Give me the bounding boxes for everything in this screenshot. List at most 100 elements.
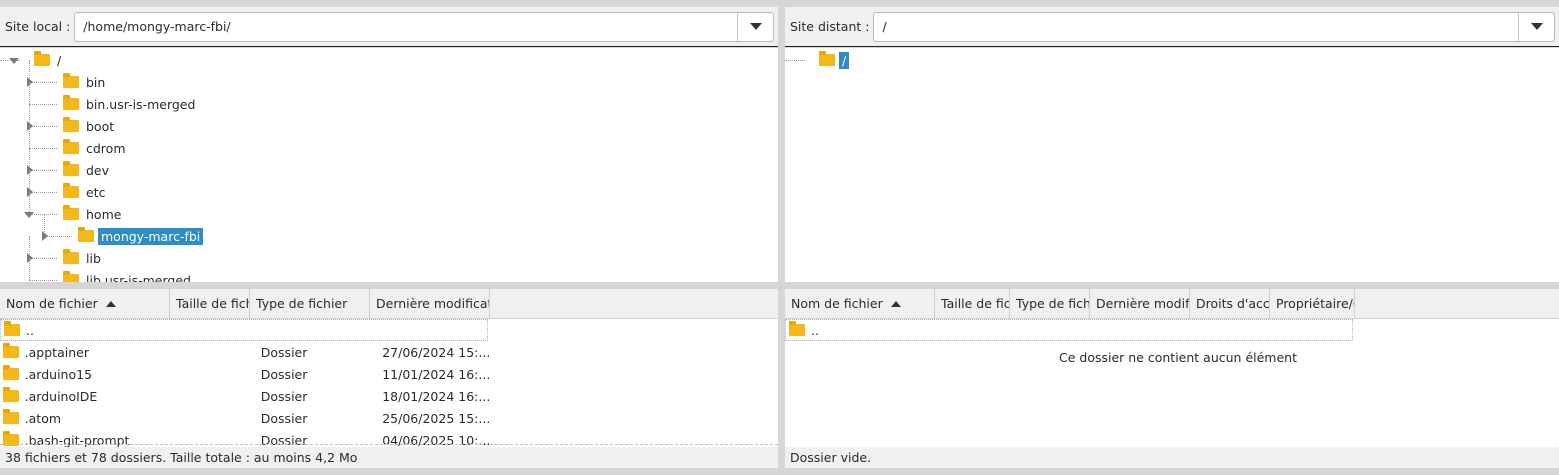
file-modified: 11/01/2024 16:... [382,366,490,382]
folder-icon [819,51,835,66]
local-tree-item-label: / [57,52,62,68]
remote-empty-message: Ce dossier ne contient aucun élément [1059,350,1297,365]
remote-parent-row[interactable]: .. [785,319,1353,341]
folder-icon [78,227,94,242]
folder-icon [34,51,50,66]
file-name: .atom [24,410,62,426]
chevron-down-icon [1530,23,1543,30]
remote-col-filesize[interactable]: Taille de fichier [935,289,1010,318]
remote-directory-tree[interactable]: / [785,48,1559,282]
sort-ascending-icon [890,300,901,307]
local-file-list[interactable]: Nom de fichier Taille de fichier Type de… [0,289,778,447]
local-col-filesize[interactable]: Taille de fichier [170,289,250,318]
chevron-down-icon [749,23,762,30]
folder-icon [63,117,79,132]
remote-tree-item[interactable]: / [819,51,850,69]
table-row[interactable]: .atom Dossier 25/06/2025 15:... [0,407,490,429]
folder-icon [63,139,79,154]
local-path-dropdown-button[interactable] [737,12,773,41]
tree-connector [29,192,30,214]
folder-icon [63,205,79,220]
folder-icon [3,365,19,380]
remote-col-modified[interactable]: Dernière modification [1090,289,1190,318]
remote-status-text: Dossier vide. [790,450,872,465]
local-tree-item-label: dev [86,162,110,178]
local-col-filetype[interactable]: Type de fichier [250,289,370,318]
local-path-input[interactable]: /home/mongy-marc-fbi/ [75,19,737,34]
tree-connector [29,104,57,105]
local-list-scroll-edge [0,444,778,445]
tree-connector [29,192,57,193]
tree-connector [29,82,57,83]
folder-icon [3,387,19,402]
local-tree-item-label: lib [86,250,101,266]
remote-site-label: Site distant : [790,19,870,34]
local-file-list-header: Nom de fichier Taille de fichier Type de… [0,289,778,319]
file-type: Dossier [260,344,308,360]
local-tree-item[interactable]: mongy-marc-fbi [78,227,204,245]
folder-icon [4,321,20,336]
local-path-combo[interactable]: /home/mongy-marc-fbi/ [74,11,774,42]
file-type: Dossier [260,388,308,404]
tree-connector [44,236,72,237]
folder-icon [63,271,79,282]
tree-collapse-icon[interactable] [24,212,34,218]
tree-connector [29,126,30,148]
local-site-bar: Site local : /home/mongy-marc-fbi/ [0,7,778,47]
local-tree-item-label: boot [86,118,115,134]
local-tree-item[interactable]: dev [63,161,112,179]
remote-col-filename[interactable]: Nom de fichier [785,289,935,318]
tree-expand-icon[interactable] [27,187,33,197]
table-row[interactable]: .arduinoIDE Dossier 18/01/2024 16:... [0,385,490,407]
remote-path-dropdown-button[interactable] [1518,12,1554,41]
local-tree-item[interactable]: bin [63,73,108,91]
table-row[interactable]: .arduino15 Dossier 11/01/2024 16:... [0,363,490,385]
local-tree-item[interactable]: cdrom [63,139,129,157]
tree-expand-icon[interactable] [27,165,33,175]
remote-col-owner[interactable]: Propriétaire/Groupe [1270,289,1355,318]
local-tree-item[interactable]: etc [63,183,108,201]
local-col-filename[interactable]: Nom de fichier [0,289,170,318]
table-row[interactable]: .apptainer Dossier 27/06/2024 15:... [0,341,490,363]
local-parent-row[interactable]: .. [0,319,488,341]
tree-connector [29,82,30,104]
sort-ascending-icon [105,300,116,307]
remote-file-list[interactable]: Nom de fichier Taille de fichier Type de… [785,289,1559,447]
local-tree-item-label: cdrom [86,140,126,156]
local-tree-item-label: etc [86,184,106,200]
folder-icon [789,321,805,336]
local-col-modified[interactable]: Dernière modification [370,289,490,318]
file-name: .arduinoIDE [24,388,98,404]
tree-expand-icon[interactable] [42,231,48,241]
remote-col-permissions[interactable]: Droits d'accès [1190,289,1270,318]
local-status-bar: 38 fichiers et 78 dossiers. Taille total… [0,447,778,468]
tree-connector [29,258,30,280]
local-tree-item[interactable]: lib.usr-is-merged [63,271,194,282]
local-tree-item[interactable]: boot [63,117,117,135]
folder-icon [63,95,79,110]
tree-expand-icon[interactable] [27,121,33,131]
local-status-text: 38 fichiers et 78 dossiers. Taille total… [5,450,358,465]
file-name: .arduino15 [24,366,93,382]
local-tree-item[interactable]: / [34,51,64,69]
tree-collapse-icon[interactable] [9,58,19,64]
folder-icon [3,409,19,424]
folder-icon [63,73,79,88]
tree-connector [29,258,57,259]
local-tree-item-label: mongy-marc-fbi [98,227,204,245]
local-tree-item[interactable]: lib [63,249,104,267]
tree-expand-icon[interactable] [27,77,33,87]
remote-col-filetype[interactable]: Type de fichier [1010,289,1090,318]
local-tree-item-label: bin [86,74,106,90]
local-tree-item[interactable]: bin.usr-is-merged [63,95,198,113]
tree-connector [29,148,57,149]
local-tree-item[interactable]: home [63,205,124,223]
folder-icon [63,161,79,176]
remote-file-list-header: Nom de fichier Taille de fichier Type de… [785,289,1559,319]
tree-connector [29,280,57,281]
tree-expand-icon[interactable] [27,253,33,263]
file-type: Dossier [260,366,308,382]
local-directory-tree[interactable]: / bin bin.usr-is-merged boot cdrom dev etc home… [0,48,778,282]
remote-path-combo[interactable]: / [873,11,1555,42]
remote-path-input[interactable]: / [874,19,1518,34]
